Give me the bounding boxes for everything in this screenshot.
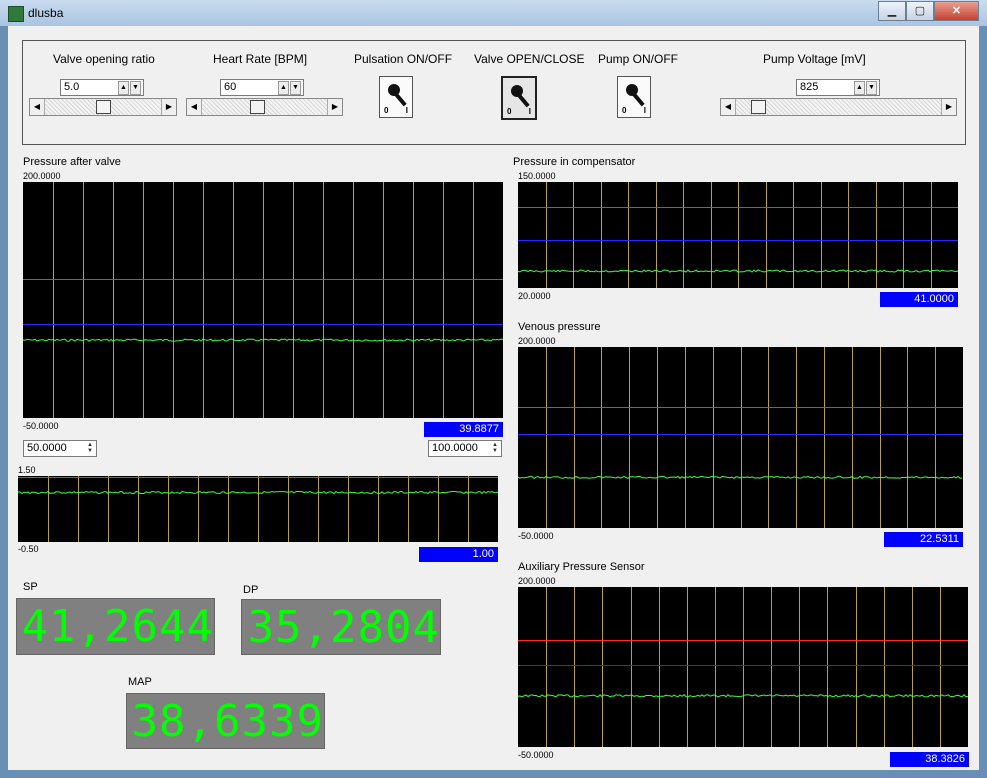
heart-rate-slider[interactable]: ◀ ▶ <box>186 98 343 116</box>
aux-max: 200.0000 <box>518 576 556 586</box>
slider-thumb[interactable] <box>250 100 265 114</box>
heart-rate-value: 60 <box>224 81 237 93</box>
after-valve-right-spinbox[interactable]: 100.0000 ▲ ▼ <box>428 440 502 457</box>
after-valve-graph <box>23 182 503 418</box>
left-spinbox-value: 50.0000 <box>27 442 67 454</box>
venous-readout: 22.5311 <box>884 532 963 547</box>
pump-voltage-down-arrow[interactable]: ▼ <box>866 81 877 95</box>
right-arrow-icon[interactable]: ▶ <box>161 99 176 115</box>
right-arrow-icon[interactable]: ▶ <box>941 99 956 115</box>
minimize-button[interactable]: ▁ <box>878 1 906 21</box>
on-mark: I <box>643 106 646 115</box>
map-display: 38,6339 <box>126 693 325 749</box>
compensator-graph <box>518 182 958 288</box>
valve-toggle-button[interactable]: 0 I <box>501 76 537 120</box>
venous-max: 200.0000 <box>518 336 556 346</box>
app-icon <box>8 6 24 22</box>
sp-display: 41,2644 <box>16 598 215 655</box>
sp-label: SP <box>23 581 38 593</box>
heart-rate-label: Heart Rate [BPM] <box>213 52 308 66</box>
small-graph-max: 1.50 <box>18 465 36 475</box>
maximize-button[interactable]: ▢ <box>906 1 934 21</box>
heart-rate-down-arrow[interactable]: ▼ <box>290 81 301 95</box>
after-valve-min: -50.0000 <box>23 421 59 431</box>
pump-voltage-label: Pump Voltage [mV] <box>763 52 866 66</box>
off-mark: 0 <box>622 106 627 115</box>
left-arrow-icon[interactable]: ◀ <box>721 99 736 115</box>
compensator-readout: 41.0000 <box>880 292 958 307</box>
left-arrow-icon[interactable]: ◀ <box>187 99 202 115</box>
aux-title: Auxiliary Pressure Sensor <box>518 561 645 573</box>
compensator-min: 20.0000 <box>518 291 551 301</box>
slider-thumb[interactable] <box>751 100 766 114</box>
slider-thumb[interactable] <box>96 100 111 114</box>
pump-voltage-value: 825 <box>800 81 819 93</box>
pump-voltage-slider[interactable]: ◀ ▶ <box>720 98 957 116</box>
right-spinbox-value: 100.0000 <box>432 442 478 454</box>
dp-display: 35,2804 <box>241 599 441 655</box>
pump-voltage-spinbox[interactable]: 825 ▲ ▼ <box>796 79 880 96</box>
off-mark: 0 <box>507 107 512 116</box>
valve-ratio-value: 5.0 <box>64 81 80 93</box>
dp-label: DP <box>243 584 259 596</box>
valve-label: Valve OPEN/CLOSE <box>474 52 585 66</box>
pump-label: Pump ON/OFF <box>598 52 679 66</box>
compensator-title: Pressure in compensator <box>513 156 636 168</box>
aux-min: -50.0000 <box>518 750 554 760</box>
compensator-max: 150.0000 <box>518 171 556 181</box>
spinbox-arrows-icon[interactable]: ▲ ▼ <box>490 442 500 454</box>
small-graph-min: -0.50 <box>18 544 39 554</box>
main-window: Valve opening ratio 5.0 ▲ ▼ ◀ ▶ Heart Ra… <box>8 26 979 770</box>
control-panel: Valve opening ratio 5.0 ▲ ▼ ◀ ▶ Heart Ra… <box>22 40 966 145</box>
small-graph-readout: 1.00 <box>419 547 498 562</box>
pulsation-toggle-button[interactable]: 0 I <box>379 76 413 118</box>
map-label: MAP <box>128 676 152 688</box>
after-valve-left-spinbox[interactable]: 50.0000 ▲ ▼ <box>23 440 97 457</box>
signal-trace <box>518 475 963 480</box>
valve-ratio-up-arrow[interactable]: ▲ <box>118 81 129 95</box>
after-valve-max: 200.0000 <box>23 171 61 181</box>
aux-graph <box>518 587 968 747</box>
valve-ratio-down-arrow[interactable]: ▼ <box>130 81 141 95</box>
venous-min: -50.0000 <box>518 531 554 541</box>
close-button[interactable]: ✕ <box>934 1 979 21</box>
on-mark: I <box>405 106 408 115</box>
venous-title: Venous pressure <box>518 321 601 333</box>
venous-graph <box>518 347 963 528</box>
window-title: dlusba <box>28 6 64 20</box>
heart-rate-up-arrow[interactable]: ▲ <box>278 81 289 95</box>
pump-toggle-button[interactable]: 0 I <box>617 76 651 118</box>
after-valve-readout: 39.8877 <box>424 422 503 437</box>
pulsation-label: Pulsation ON/OFF <box>354 52 453 66</box>
small-graph <box>18 476 498 542</box>
after-valve-title: Pressure after valve <box>23 156 121 168</box>
aux-readout: 38.3826 <box>890 752 969 767</box>
pump-voltage-up-arrow[interactable]: ▲ <box>854 81 865 95</box>
spinbox-arrows-icon[interactable]: ▲ ▼ <box>85 442 95 454</box>
right-arrow-icon[interactable]: ▶ <box>327 99 342 115</box>
title-bar: dlusba ▁ ▢ ✕ <box>0 0 987 26</box>
valve-ratio-slider[interactable]: ◀ ▶ <box>29 98 177 116</box>
heart-rate-spinbox[interactable]: 60 ▲ ▼ <box>220 79 304 96</box>
left-arrow-icon[interactable]: ◀ <box>30 99 45 115</box>
valve-ratio-label: Valve opening ratio <box>53 52 155 66</box>
off-mark: 0 <box>384 106 389 115</box>
on-mark: I <box>528 107 531 116</box>
valve-ratio-spinbox[interactable]: 5.0 ▲ ▼ <box>60 79 144 96</box>
